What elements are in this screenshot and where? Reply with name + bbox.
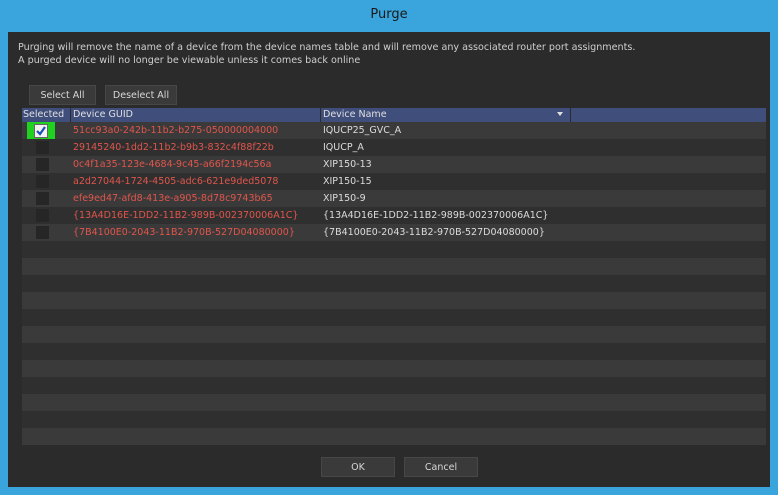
empty-table-row xyxy=(22,309,766,326)
empty-table-row xyxy=(22,343,766,360)
table-row[interactable]: a2d27044-1724-4505-adc6-621e9ded5078 XIP1… xyxy=(22,173,766,190)
empty-table-row xyxy=(22,275,766,292)
device-name-cell: {7B4100E0-2043-11B2-970B-527D04080000} xyxy=(323,227,545,238)
description-line-2: A purged device will no longer be viewab… xyxy=(18,55,361,66)
row-checkbox[interactable] xyxy=(36,226,49,239)
device-guid-cell: 51cc93a0-242b-11b2-b275-050000004000 xyxy=(73,125,279,136)
table-row[interactable]: 51cc93a0-242b-11b2-b275-050000004000 IQUC… xyxy=(22,122,766,140)
device-guid-cell: 29145240-1dd2-11b2-b9b3-832c4f88f22b xyxy=(73,142,274,153)
empty-table-row xyxy=(22,377,766,394)
row-checkbox[interactable] xyxy=(36,141,49,154)
empty-table-row xyxy=(22,411,766,428)
table-header: Selected Device GUID Device Name xyxy=(22,108,766,122)
table-rows: 51cc93a0-242b-11b2-b275-050000004000 IQUC… xyxy=(22,122,766,445)
table-row[interactable]: 29145240-1dd2-11b2-b9b3-832c4f88f22b IQUC… xyxy=(22,139,766,156)
empty-table-row xyxy=(22,428,766,445)
empty-table-row xyxy=(22,326,766,343)
select-all-button[interactable]: Select All xyxy=(29,85,96,105)
column-header-device-guid[interactable]: Device GUID xyxy=(73,108,133,122)
description-line-1: Purging will remove the name of a device… xyxy=(18,42,636,53)
device-name-cell: IQUCP_A xyxy=(323,142,364,153)
table-row[interactable]: 0c4f1a35-123e-4684-9c45-a66f2194c56a XIP1… xyxy=(22,156,766,173)
empty-table-row xyxy=(22,394,766,411)
selected-checkbox-highlight[interactable] xyxy=(27,122,55,140)
device-name-cell: XIP150-15 xyxy=(323,176,372,187)
window-title: Purge xyxy=(370,7,408,22)
device-guid-cell: a2d27044-1724-4505-adc6-621e9ded5078 xyxy=(73,176,279,187)
device-guid-cell: {13A4D16E-1DD2-11B2-989B-002370006A1C} xyxy=(73,210,299,221)
cancel-button[interactable]: Cancel xyxy=(404,457,478,477)
description: Purging will remove the name of a device… xyxy=(18,41,758,67)
device-table: Selected Device GUID Device Name 51cc93a… xyxy=(22,108,766,445)
device-name-cell: XIP150-13 xyxy=(323,159,372,170)
empty-table-row xyxy=(22,292,766,309)
table-row[interactable]: efe9ed47-afd8-413e-a905-8d78c9743b65 XIP1… xyxy=(22,190,766,207)
row-checkbox[interactable] xyxy=(36,175,49,188)
row-checkbox[interactable] xyxy=(36,158,49,171)
empty-table-row xyxy=(22,360,766,377)
device-guid-cell: efe9ed47-afd8-413e-a905-8d78c9743b65 xyxy=(73,193,273,204)
table-row[interactable]: {13A4D16E-1DD2-11B2-989B-002370006A1C} {1… xyxy=(22,207,766,224)
device-name-cell: IQUCP25_GVC_A xyxy=(323,125,402,136)
row-checkbox[interactable] xyxy=(36,209,49,222)
table-row[interactable]: {7B4100E0-2043-11B2-970B-527D04080000} {7… xyxy=(22,224,766,241)
dialog-body: Purging will remove the name of a device… xyxy=(8,32,770,487)
column-header-device-name[interactable]: Device Name xyxy=(323,108,387,122)
checkbox-checked[interactable] xyxy=(34,124,48,138)
checkmark-icon xyxy=(36,126,46,136)
sort-arrow-icon[interactable] xyxy=(557,112,563,116)
row-checkbox[interactable] xyxy=(36,192,49,205)
empty-table-row xyxy=(22,258,766,275)
device-name-cell: XIP150-9 xyxy=(323,193,366,204)
deselect-all-button[interactable]: Deselect All xyxy=(105,85,177,105)
purge-dialog: Purge Purging will remove the name of a … xyxy=(0,0,778,495)
empty-table-row xyxy=(22,241,766,258)
device-guid-cell: {7B4100E0-2043-11B2-970B-527D04080000} xyxy=(73,227,295,238)
ok-button[interactable]: OK xyxy=(321,457,395,477)
device-guid-cell: 0c4f1a35-123e-4684-9c45-a66f2194c56a xyxy=(73,159,272,170)
device-name-cell: {13A4D16E-1DD2-11B2-989B-002370006A1C} xyxy=(323,210,549,221)
column-header-selected[interactable]: Selected xyxy=(23,108,64,122)
